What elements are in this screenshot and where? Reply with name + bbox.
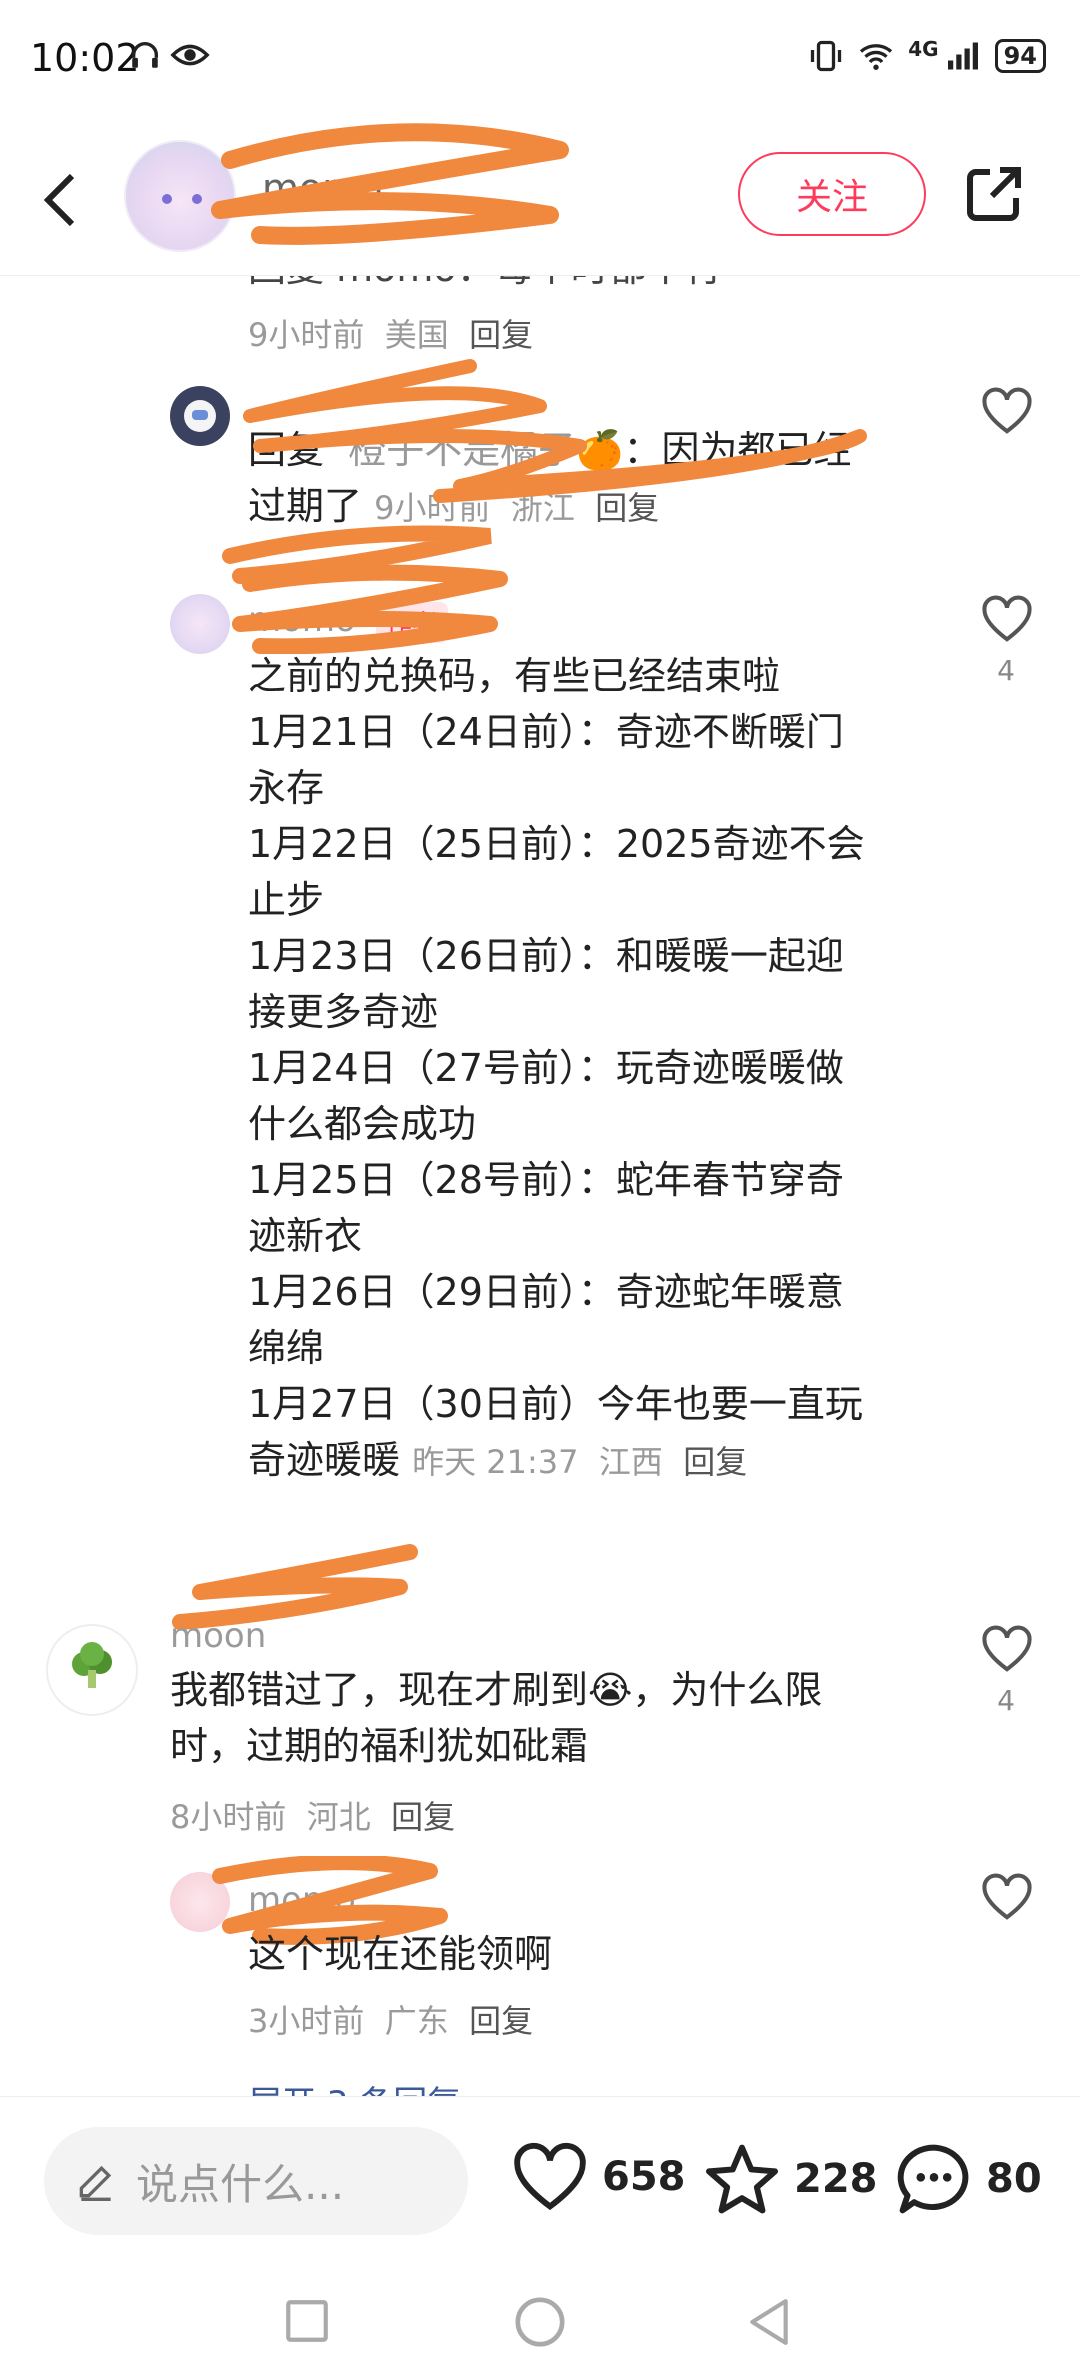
status-time: 10:02 bbox=[30, 36, 140, 80]
commenter-name[interactable]: momo bbox=[248, 1880, 356, 1920]
expand-replies-link[interactable]: 展开 3 条回复 bbox=[248, 2076, 461, 2096]
comment-reply-partial: 回复 momo：每个时都不行 9小时前 美国 回复 bbox=[248, 276, 888, 356]
comment-line: 什么都会成功 bbox=[248, 1102, 477, 1146]
status-left-icons bbox=[128, 38, 210, 72]
follow-button[interactable]: 关注 bbox=[738, 152, 926, 236]
heart-icon bbox=[514, 2142, 586, 2211]
comment-line: 永存 bbox=[248, 766, 325, 810]
author-name[interactable]: momo bbox=[262, 166, 383, 210]
comment-line: 1月21日（24日前）：奇迹不断暖门 bbox=[248, 710, 844, 754]
back-nav-icon[interactable] bbox=[744, 2294, 794, 2350]
eye-icon bbox=[170, 44, 210, 66]
comment-line: 止步 bbox=[248, 878, 325, 922]
comment-line: 1月26日（29日前）：奇迹蛇年暖意 bbox=[248, 1270, 844, 1314]
comment-line: 1月27日（30日前）今年也要一直玩 bbox=[248, 1382, 863, 1426]
comment-text: 回复 橙子不是橘子🍊：因为都已经 过期了 9小时前 浙江 回复 bbox=[248, 428, 852, 528]
comment-meta: 9小时前 浙江 回复 bbox=[374, 489, 660, 527]
heart-icon[interactable] bbox=[980, 1624, 1034, 1674]
like-count: 4 bbox=[997, 1684, 1015, 1717]
comment-line: 接更多奇迹 bbox=[248, 990, 439, 1034]
reply-link[interactable]: 回复 bbox=[595, 489, 659, 527]
comment-line: 奇迹暖暖 昨天 21:37 江西 回复 bbox=[248, 1438, 748, 1482]
comment-input[interactable]: 说点什么... bbox=[44, 2127, 468, 2235]
comment-item: moon 我都错过了，现在才刷到😭，为什么限 时，过期的福利犹如砒霜 8小时前 … bbox=[0, 1544, 1080, 1872]
signal-icon bbox=[947, 42, 978, 70]
redaction-scribble bbox=[211, 123, 569, 245]
pencil-icon bbox=[79, 2165, 112, 2201]
comment-action[interactable]: 80 bbox=[894, 2141, 1042, 2217]
comment-text: 这个现在还能领啊 bbox=[248, 1932, 553, 1976]
comment-line: 1月22日（25日前）：2025奇迹不会 bbox=[248, 822, 865, 866]
wifi-icon bbox=[860, 44, 893, 70]
commenter-avatar[interactable] bbox=[170, 594, 230, 654]
comment-meta: 3小时前 广东 回复 bbox=[248, 2002, 534, 2040]
comment-meta: 昨天 21:37 江西 回复 bbox=[412, 1443, 748, 1481]
reply-link[interactable]: 回复 bbox=[469, 2002, 533, 2040]
comment-list[interactable]: 回复 momo：每个时都不行 9小时前 美国 回复 回复 橙子不是橘子🍊：因为都… bbox=[0, 276, 1080, 2096]
comment-meta: 8小时前 河北 回复 bbox=[170, 1798, 456, 1836]
commenter-avatar[interactable] bbox=[170, 1872, 230, 1932]
back-arrow-icon[interactable] bbox=[40, 170, 80, 230]
reply-link[interactable]: 回复 bbox=[469, 316, 533, 354]
comment-meta: 9小时前 美国 回复 bbox=[248, 316, 534, 354]
heart-icon[interactable] bbox=[980, 1872, 1034, 1922]
comment-item: momo 作者 之前的兑换码，有些已经结束啦 1月21日（24日前）：奇迹不断暖… bbox=[0, 564, 1080, 1654]
comment-line: 1月23日（26日前）：和暖暖一起迎 bbox=[248, 934, 844, 978]
comment-line: 1月24日（27号前）：玩奇迹暖暖做 bbox=[248, 1046, 844, 1090]
astronaut-icon bbox=[184, 400, 216, 432]
comment-item: 回复 橙子不是橘子🍊：因为都已经 过期了 9小时前 浙江 回复 bbox=[0, 359, 1080, 586]
favorite-count: 228 bbox=[794, 2156, 878, 2202]
comment-line: 之前的兑换码，有些已经结束啦 bbox=[248, 654, 781, 698]
author-badge: 作者 bbox=[376, 602, 449, 643]
comment-input-placeholder: 说点什么... bbox=[136, 2159, 345, 2209]
home-icon[interactable] bbox=[512, 2294, 568, 2350]
header: momo 关注 bbox=[0, 120, 1080, 276]
like-count: 658 bbox=[602, 2154, 686, 2200]
comment-line: 迹新衣 bbox=[248, 1214, 363, 1258]
comment-line: 时，过期的福利犹如砒霜 bbox=[170, 1724, 589, 1768]
comment-bubble-icon bbox=[897, 2144, 969, 2214]
vibrate-icon bbox=[811, 40, 842, 72]
system-nav-bar bbox=[0, 2266, 1080, 2376]
comment-line: 我都错过了，现在才刷到😭，为什么限 bbox=[170, 1668, 823, 1712]
heart-icon[interactable] bbox=[980, 386, 1034, 436]
status-bar: 10:02 4G 94 bbox=[0, 0, 1080, 120]
comment-text: 回复 momo：每个时都不行 bbox=[248, 276, 888, 296]
star-icon bbox=[705, 2144, 779, 2214]
comment-line: 绵绵 bbox=[248, 1326, 325, 1370]
commenter-avatar[interactable] bbox=[170, 386, 230, 446]
commenter-name[interactable]: moon bbox=[170, 1616, 266, 1656]
status-right: 4G 94 bbox=[808, 37, 1046, 74]
commenter-avatar[interactable] bbox=[46, 1624, 138, 1716]
comment-item: momo 这个现在还能领啊 3小时前 广东 回复 bbox=[0, 1856, 1080, 2052]
like-count: 4 bbox=[997, 654, 1015, 687]
bottom-action-bar: 说点什么... 658 228 80 bbox=[0, 2096, 1080, 2266]
reply-link[interactable]: 回复 bbox=[683, 1443, 747, 1481]
network-type: 4G bbox=[908, 37, 939, 61]
broccoli-icon bbox=[72, 1642, 112, 1688]
reply-link[interactable]: 回复 bbox=[391, 1798, 455, 1836]
comment-line: 1月25日（28号前）：蛇年春节穿奇 bbox=[248, 1158, 844, 1202]
favorite-action[interactable]: 228 bbox=[702, 2141, 878, 2217]
battery-indicator: 94 bbox=[994, 39, 1046, 73]
share-icon[interactable] bbox=[964, 164, 1024, 224]
author-avatar[interactable] bbox=[124, 140, 236, 252]
headphones-icon bbox=[131, 42, 159, 68]
reply-to-user[interactable]: 橙子不是橘子🍊 bbox=[348, 428, 623, 472]
recent-apps-icon[interactable] bbox=[282, 2296, 332, 2346]
comment-count: 80 bbox=[986, 2156, 1042, 2202]
commenter-name[interactable]: momo bbox=[248, 600, 356, 640]
like-action[interactable]: 658 bbox=[510, 2141, 686, 2213]
heart-icon[interactable] bbox=[980, 594, 1034, 644]
